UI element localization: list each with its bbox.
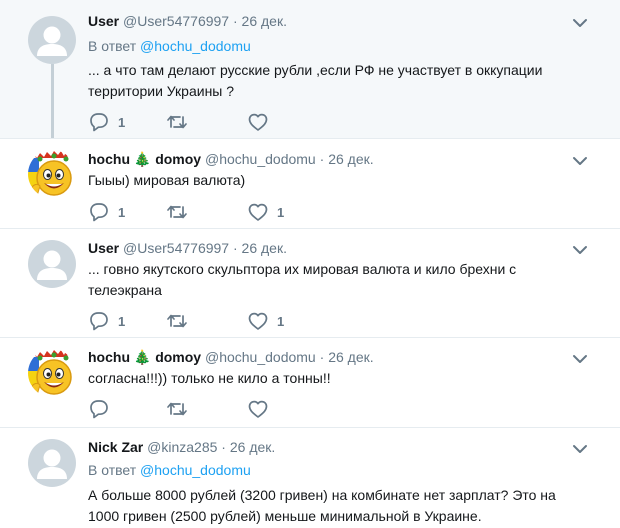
emoji-avatar-icon bbox=[28, 349, 76, 397]
display-name[interactable]: hochu 🎄 domoy bbox=[88, 349, 201, 365]
reply-action[interactable] bbox=[88, 399, 118, 419]
tweet-text: А больше 8000 рублей (3200 гривен) на ко… bbox=[88, 487, 556, 524]
tweet-text: ... говно якутского скульптора их мирова… bbox=[88, 261, 517, 298]
tweet-date[interactable]: 26 дек. bbox=[230, 439, 275, 455]
separator-dot: · bbox=[319, 151, 325, 167]
retweet-icon bbox=[167, 314, 187, 328]
separator-dot: · bbox=[319, 349, 325, 365]
tweet-text: согласна!!!)) только не кило а тонны!! bbox=[88, 370, 331, 386]
tweet-header: Nick Zar @kinza285 · 26 дек. bbox=[88, 439, 275, 455]
user-handle[interactable]: @hochu_dodomu bbox=[205, 151, 316, 167]
reply-count: 1 bbox=[118, 114, 126, 130]
retweet-action[interactable] bbox=[166, 112, 196, 132]
user-handle[interactable]: @User54776997 bbox=[123, 13, 229, 29]
reply-context: В ответ @hochu_dodomu bbox=[88, 462, 251, 478]
tweet-text: Гыыы) мировая валюта) bbox=[88, 172, 246, 188]
retweet-action[interactable] bbox=[166, 399, 196, 419]
reply-icon bbox=[90, 312, 108, 331]
avatar-emoji[interactable] bbox=[28, 349, 76, 397]
user-handle[interactable]: @kinza285 bbox=[147, 439, 217, 455]
tweet-date[interactable]: 26 дек. bbox=[328, 151, 373, 167]
like-action[interactable]: 1 bbox=[247, 202, 284, 222]
chevron-down-icon[interactable] bbox=[572, 443, 588, 455]
default-avatar-icon bbox=[37, 26, 67, 56]
chevron-down-icon[interactable] bbox=[572, 353, 588, 365]
separator-dot: · bbox=[232, 13, 238, 29]
retweet-icon bbox=[167, 402, 187, 416]
reply-icon bbox=[90, 400, 108, 419]
emoji-avatar-icon bbox=[28, 150, 76, 198]
reply-action[interactable]: 1 bbox=[88, 112, 125, 132]
display-name[interactable]: Nick Zar bbox=[88, 439, 143, 455]
avatar-default[interactable] bbox=[28, 240, 76, 288]
like-count: 1 bbox=[277, 204, 285, 220]
retweet-action[interactable] bbox=[166, 311, 196, 331]
separator-dot: · bbox=[221, 439, 226, 455]
avatar-default[interactable] bbox=[28, 16, 76, 64]
reply-action[interactable]: 1 bbox=[88, 311, 125, 331]
reply-context: В ответ @hochu_dodomu bbox=[88, 38, 251, 54]
chevron-down-icon[interactable] bbox=[572, 155, 588, 167]
reply-prefix: В ответ bbox=[88, 38, 137, 54]
default-avatar-icon bbox=[37, 250, 67, 280]
tweet-4[interactable]: hochu 🎄 domoy @hochu_dodomu · 26 дек. со… bbox=[0, 338, 620, 427]
like-action[interactable] bbox=[247, 112, 277, 132]
retweet-icon bbox=[167, 205, 187, 219]
tweet-date[interactable]: 26 дек. bbox=[242, 13, 287, 29]
default-avatar-icon bbox=[37, 449, 67, 479]
tweet-header: hochu 🎄 domoy @hochu_dodomu · 26 дек. bbox=[88, 151, 374, 168]
heart-icon bbox=[248, 203, 268, 221]
reply-action[interactable]: 1 bbox=[88, 202, 125, 222]
separator-dot: · bbox=[232, 240, 238, 256]
heart-icon bbox=[248, 113, 268, 131]
display-name[interactable]: User bbox=[88, 240, 119, 256]
reply-icon bbox=[90, 113, 108, 132]
heart-icon bbox=[248, 400, 268, 418]
tweet-date[interactable]: 26 дек. bbox=[328, 349, 373, 365]
display-name[interactable]: hochu 🎄 domoy bbox=[88, 151, 201, 167]
reply-prefix: В ответ bbox=[88, 462, 137, 478]
tweet-1[interactable]: User @User54776997 · 26 дек. В ответ @ho… bbox=[0, 0, 620, 138]
avatar-default[interactable] bbox=[28, 439, 76, 487]
thread-line bbox=[51, 64, 54, 138]
tweet-date[interactable]: 26 дек. bbox=[242, 240, 287, 256]
avatar-emoji[interactable] bbox=[28, 150, 76, 198]
reply-mention-link[interactable]: @hochu_dodomu bbox=[140, 38, 251, 54]
reply-count: 1 bbox=[118, 313, 126, 329]
reply-icon bbox=[90, 203, 108, 222]
retweet-action[interactable] bbox=[166, 202, 196, 222]
heart-icon bbox=[248, 312, 268, 330]
tweet-text: ... а что там делают русские рубли ,если… bbox=[88, 62, 543, 99]
reply-mention-link[interactable]: @hochu_dodomu bbox=[140, 462, 251, 478]
user-handle[interactable]: @hochu_dodomu bbox=[205, 349, 316, 365]
tweet-header: User @User54776997 · 26 дек. bbox=[88, 240, 287, 256]
tweet-header: hochu 🎄 domoy @hochu_dodomu · 26 дек. bbox=[88, 349, 374, 366]
tweet-2[interactable]: hochu 🎄 domoy @hochu_dodomu · 26 дек. Гы… bbox=[0, 139, 620, 228]
tweet-3[interactable]: User @User54776997 · 26 дек. ... говно я… bbox=[0, 229, 620, 337]
like-action[interactable]: 1 bbox=[247, 311, 284, 331]
tweet-5[interactable]: Nick Zar @kinza285 · 26 дек. В ответ @ho… bbox=[0, 428, 620, 528]
chevron-down-icon[interactable] bbox=[572, 244, 588, 256]
display-name[interactable]: User bbox=[88, 13, 119, 29]
like-action[interactable] bbox=[247, 399, 277, 419]
user-handle[interactable]: @User54776997 bbox=[123, 240, 229, 256]
like-count: 1 bbox=[277, 313, 285, 329]
tweet-header: User @User54776997 · 26 дек. bbox=[88, 13, 287, 29]
reply-count: 1 bbox=[118, 204, 126, 220]
retweet-icon bbox=[167, 115, 187, 129]
chevron-down-icon[interactable] bbox=[572, 17, 588, 29]
